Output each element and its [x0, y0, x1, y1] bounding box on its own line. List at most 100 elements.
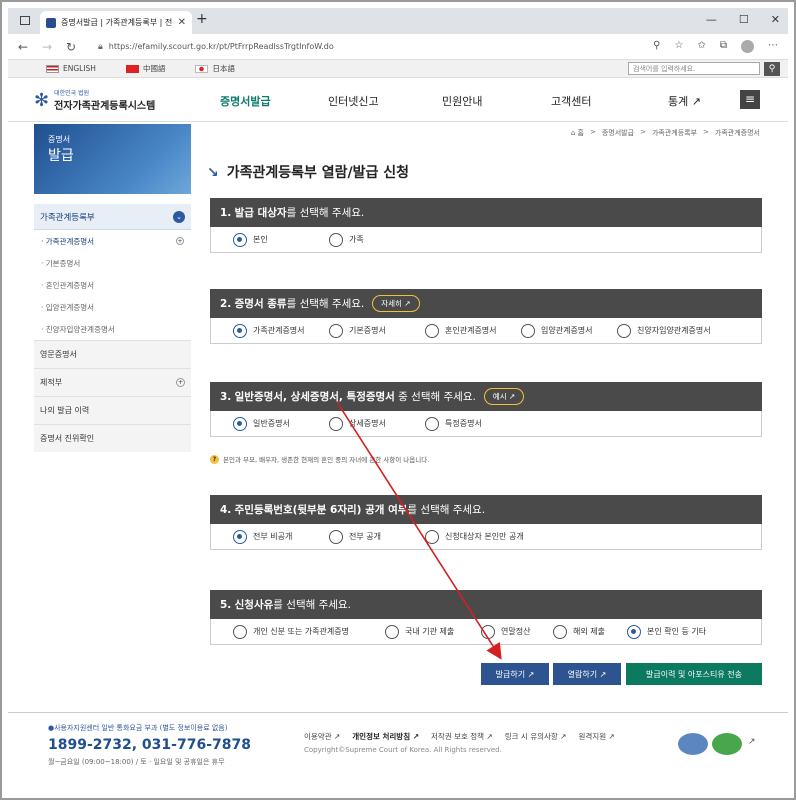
example-button[interactable]: 예시 ↗ — [483, 388, 525, 405]
favorite-icon[interactable]: ☆ — [675, 40, 684, 53]
radio-all-public[interactable]: 전부 공개 — [329, 529, 425, 544]
radio-year-end-tax[interactable]: 연말정산 — [481, 624, 553, 639]
footer-link-terms[interactable]: 이용약관 ↗ — [304, 731, 340, 742]
sidebar-item-adoption-cert[interactable]: · 입양관계증명서 — [34, 296, 191, 318]
footer-link-copyright[interactable]: 저작권 보호 정책 ↗ — [431, 731, 493, 742]
radio-button[interactable] — [425, 529, 439, 544]
radio-button[interactable] — [481, 624, 495, 639]
maximize-icon[interactable]: ☐ — [739, 13, 749, 26]
site-logo[interactable]: ✻ 대한민국 법원 전자가족관계등록시스템 — [34, 88, 155, 113]
radio-button[interactable] — [425, 416, 439, 431]
logo-subtitle: 대한민국 법원 — [54, 90, 90, 97]
new-tab-icon[interactable]: + — [196, 11, 208, 27]
view-button[interactable]: 열람하기 ↗ — [553, 663, 621, 685]
footer-link-privacy[interactable]: 개인정보 처리방침 ↗ — [352, 731, 419, 742]
plus-icon: + — [176, 237, 184, 245]
issue-button[interactable]: 발급하기 ↗ — [481, 663, 549, 685]
sidebar-item-marriage-cert[interactable]: · 혼인관계증명서 — [34, 274, 191, 296]
sidebar-item-family-cert[interactable]: · 가족관계증명서 + — [34, 230, 191, 252]
favorites-icon[interactable]: ✩ — [697, 40, 705, 53]
sidebar-item-basic-cert[interactable]: · 기본증명서 — [34, 252, 191, 274]
close-tab-icon[interactable]: ✕ — [178, 17, 186, 28]
radio-button[interactable] — [233, 323, 247, 338]
footer-link-link-policy[interactable]: 링크 시 유의사항 ↗ — [505, 731, 567, 742]
footer-link-remote-support[interactable]: 원격지원 ↗ — [579, 731, 615, 742]
section-rrn-disclosure: 4. 주민등록번호(뒷부분 6자리) 공개 여부를 선택해 주세요. 전부 비공… — [210, 495, 762, 550]
radio-button[interactable] — [385, 624, 399, 639]
menu-internet-report[interactable]: 인터넷신고 — [328, 93, 379, 109]
back-icon[interactable]: ← — [18, 40, 42, 54]
external-link-icon[interactable]: ↗ — [748, 737, 756, 747]
radio-button[interactable] — [233, 529, 247, 544]
radio-button[interactable] — [627, 624, 641, 639]
radio-general-cert[interactable]: 일반증명서 — [233, 416, 329, 431]
radio-detailed-cert[interactable]: 상세증명서 — [329, 416, 425, 431]
menu-civil-guide[interactable]: 민원안내 — [442, 93, 482, 109]
address-bar[interactable]: 🔒︎ https://efamily.scourt.go.kr/pt/PtFrr… — [98, 42, 653, 52]
search-icon[interactable]: ⚲ — [764, 62, 780, 76]
collections-icon[interactable]: ⧉ — [720, 40, 727, 53]
close-window-icon[interactable]: ✕ — [771, 13, 780, 26]
sidebar-item-removed-register[interactable]: 제적부 + — [34, 368, 191, 396]
details-button[interactable]: 자세히 ↗ — [372, 295, 420, 312]
radio-domestic-submit[interactable]: 국내 기관 제출 — [385, 624, 481, 639]
sidebar-head-family-register[interactable]: 가족관계등록부 ⌄ — [34, 204, 191, 230]
radio-button[interactable] — [329, 323, 343, 338]
radio-button[interactable] — [521, 323, 535, 338]
radio-button[interactable] — [329, 529, 343, 544]
lang-chinese[interactable]: 中國語 — [125, 63, 165, 74]
lang-english[interactable]: ENGLISH — [46, 64, 96, 73]
sidebar-item-full-adoption-cert[interactable]: · 친양자입양관계증명서 — [34, 318, 191, 340]
radio-button[interactable] — [233, 624, 247, 639]
forward-icon[interactable]: → — [42, 40, 66, 54]
section-header: 2. 증명서 종류를 선택해 주세요. 자세히 ↗ — [210, 289, 762, 318]
browser-tab[interactable]: 증명서발급 | 가족관계등록부 | 전 ✕ — [40, 11, 192, 34]
radio-self-check-etc[interactable]: 본인 확인 등 기타 — [627, 624, 706, 639]
breadcrumb-certificate[interactable]: 증명서발급 — [602, 128, 634, 138]
site-search-input[interactable]: 검색어를 입력하세요. — [628, 62, 760, 75]
radio-family[interactable]: 가족 — [329, 232, 364, 247]
reload-icon[interactable]: ↻ — [66, 40, 90, 54]
radio-button[interactable] — [329, 232, 343, 247]
breadcrumb-family-register[interactable]: 가족관계등록부 — [652, 128, 697, 138]
more-icon[interactable]: ⋯ — [768, 40, 778, 53]
tab-title: 증명서발급 | 가족관계등록부 | 전 — [61, 18, 173, 27]
sidebar-item-verify[interactable]: 증명서 진위확인 — [34, 424, 191, 452]
menu-certificate[interactable]: 증명서발급 — [220, 93, 271, 109]
radio-button[interactable] — [233, 416, 247, 431]
radio-self[interactable]: 본인 — [233, 232, 329, 247]
menu-customer-center[interactable]: 고객센터 — [551, 93, 591, 109]
sidebar-item-english-cert[interactable]: 영문증명서 — [34, 340, 191, 368]
issue-history-apostille-button[interactable]: 발급이력 및 아포스티유 전송 — [626, 663, 762, 685]
radio-group-reason: 개인 신분 또는 가족관계증명 국내 기관 제출 연말정산 해외 제출 본인 확… — [210, 619, 762, 645]
radio-button[interactable] — [425, 323, 439, 338]
radio-self-only-public[interactable]: 신청대상자 본인만 공개 — [425, 529, 524, 544]
radio-marriage-cert[interactable]: 혼인관계증명서 — [425, 323, 521, 338]
chevron-down-icon: ⌄ — [173, 210, 185, 223]
section-target: 1. 발급 대상자를 선택해 주세요. 본인 가족 — [210, 198, 762, 253]
minimize-icon[interactable]: — — [706, 13, 717, 26]
hamburger-menu-icon[interactable]: ≡ — [740, 90, 760, 109]
profile-avatar[interactable] — [741, 40, 754, 53]
radio-button[interactable] — [553, 624, 567, 639]
tab-actions-icon[interactable] — [20, 16, 30, 25]
breadcrumb-home[interactable]: ⌂ 홈 — [571, 128, 584, 138]
web-accessibility-badge-icon — [712, 733, 742, 755]
zoom-icon[interactable]: ⚲ — [653, 40, 660, 53]
radio-adoption-cert[interactable]: 입양관계증명서 — [521, 323, 617, 338]
lang-japanese[interactable]: 日本語 — [195, 63, 235, 74]
sidebar-item-my-history[interactable]: 나의 발급 이력 — [34, 396, 191, 424]
radio-button[interactable] — [617, 323, 631, 338]
radio-button[interactable] — [233, 232, 247, 247]
radio-overseas-submit[interactable]: 해외 제출 — [553, 624, 627, 639]
radio-group-cert-detail: 일반증명서 상세증명서 특정증명서 — [210, 411, 762, 437]
menu-statistics[interactable]: 통계 ↗ — [668, 93, 701, 109]
radio-button[interactable] — [329, 416, 343, 431]
radio-identity-proof[interactable]: 개인 신분 또는 가족관계증명 — [233, 624, 385, 639]
site-footer: ●사용자지원센터 일반 통화요금 부과 (별도 정보이용료 없음) 1899-2… — [8, 712, 788, 792]
radio-family-cert[interactable]: 가족관계증명서 — [233, 323, 329, 338]
radio-full-adoption-cert[interactable]: 친양자입양관계증명서 — [617, 323, 711, 338]
radio-basic-cert[interactable]: 기본증명서 — [329, 323, 425, 338]
radio-specific-cert[interactable]: 특정증명서 — [425, 416, 482, 431]
radio-all-private[interactable]: 전부 비공개 — [233, 529, 329, 544]
